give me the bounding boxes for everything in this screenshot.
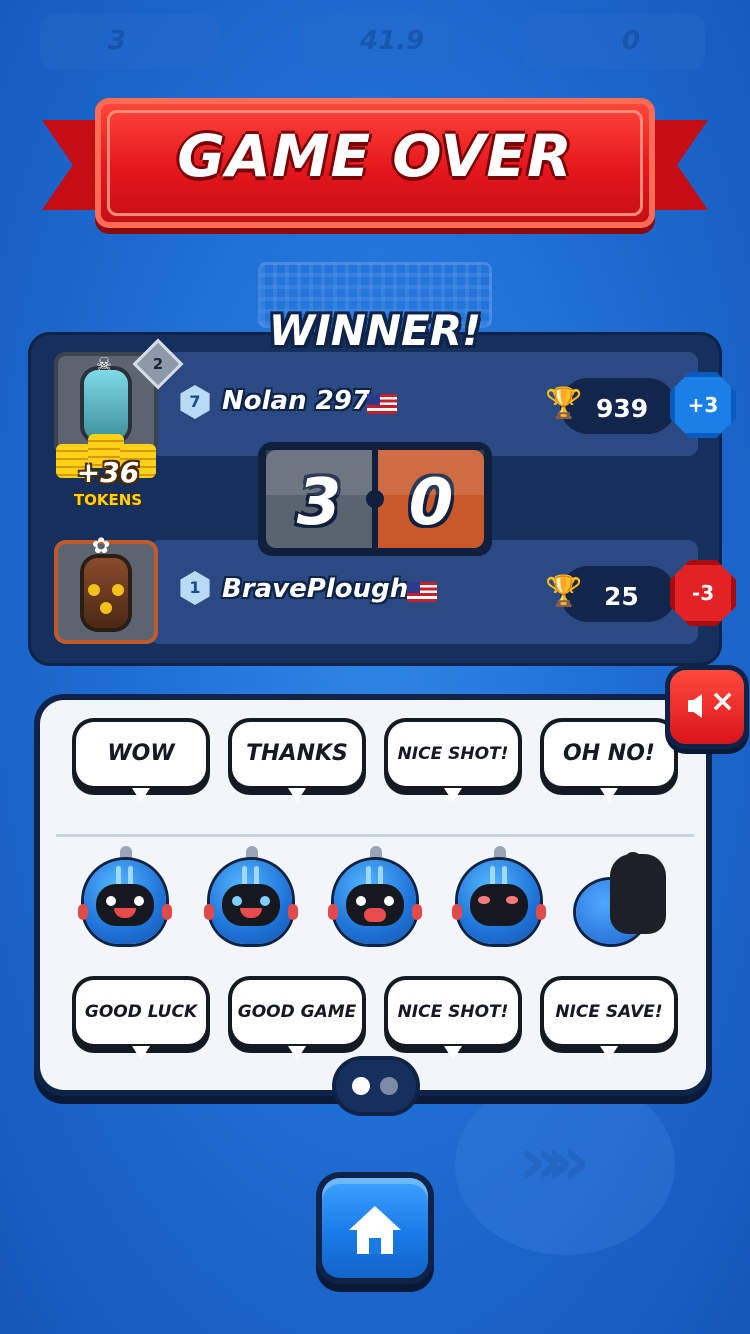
winner-trophy-count: 939 [596,394,649,423]
winner-player-name: Nolan 297 [222,386,370,416]
blushing-bot-icon[interactable] [452,846,546,944]
chat-phrase-good-game[interactable]: GOOD GAME [232,980,362,1044]
score-right: 0 [408,466,454,540]
home-icon [349,1206,401,1230]
token-reward-label: TOKENS [73,491,143,509]
winner-label: WINNER! [268,306,482,355]
car-icon [84,558,128,628]
bg-hud-timer-value: 41.9 [360,26,425,56]
score-left: 3 [296,466,342,540]
chat-phrase-oh-no[interactable]: OH NO! [544,722,674,786]
us-flag-icon [407,582,437,602]
loser-trophy-count: 25 [604,582,639,611]
thumbs-up-icon[interactable] [576,850,672,946]
score-blue-team: 3 [266,450,372,548]
scoreboard: 3 0 [258,442,492,556]
score-orange-team: 0 [378,450,484,548]
laughing-bot-icon[interactable] [78,846,172,944]
bg-chevron-icon: »» [518,1120,591,1202]
bg-hud-right [525,14,705,70]
trophy-icon: 🏆 [545,386,583,421]
shouting-bot-icon[interactable] [328,846,422,944]
chat-phrase-nice-save[interactable]: NICE SAVE! [544,980,674,1044]
close-icon: × [710,684,736,719]
chat-phrase-thanks[interactable]: THANKS [232,722,362,786]
crying-bot-icon[interactable] [204,846,298,944]
chat-phrase-wow[interactable]: WOW [76,722,206,786]
bg-hud-right-value: 0 [622,26,641,56]
flower-icon: ✿ [92,534,111,559]
us-flag-icon [367,394,397,414]
banner-title: GAME OVER [177,122,573,190]
chat-page-indicator[interactable] [336,1060,416,1112]
bg-hud-left [40,14,220,70]
loser-player-name: BravePlough [222,574,409,604]
chat-phrase-nice-shot-2[interactable]: NICE SHOT! [388,980,518,1044]
chat-divider [56,834,694,837]
page-dot-active[interactable] [352,1077,370,1095]
token-reward-amount: +36 [76,456,140,489]
game-over-banner: GAME OVER [95,98,655,228]
trophy-icon: 🏆 [545,574,583,609]
page-dot[interactable] [380,1077,398,1095]
home-button[interactable] [322,1178,428,1278]
mute-speaker-icon [688,694,702,718]
car-icon [84,370,128,440]
bg-hud-left-value: 3 [108,26,127,56]
chat-phrase-good-luck[interactable]: GOOD LUCK [76,980,206,1044]
trophy-gain-badge: +3 [670,372,736,438]
car-level-value: 2 [152,355,164,373]
score-separator [366,490,384,508]
ghost-icon: ☠ [96,354,113,375]
chat-phrase-nice-shot[interactable]: NICE SHOT! [388,722,518,786]
mute-chat-button[interactable]: × [670,670,744,744]
trophy-loss-badge: -3 [670,560,736,626]
